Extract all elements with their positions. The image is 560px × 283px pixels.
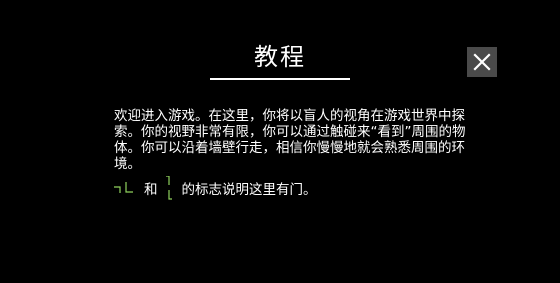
dialog-title: 教程 [254, 43, 306, 71]
door-marker-vertical-icon [165, 176, 172, 200]
close-icon [473, 53, 491, 71]
door-hint-line: 和 的标志说明这里有门。 [114, 176, 317, 200]
tutorial-body-text: 欢迎进入游戏。在这里，你将以盲人的视角在游戏世界中探索。你的视野非常有限，你可以… [114, 108, 466, 172]
hint-and-text: 和 [144, 182, 158, 198]
close-button[interactable] [467, 47, 497, 77]
title-underline [210, 78, 350, 80]
door-marker-horizontal-icon [114, 182, 133, 193]
hint-description-text: 的标志说明这里有门。 [181, 182, 317, 198]
